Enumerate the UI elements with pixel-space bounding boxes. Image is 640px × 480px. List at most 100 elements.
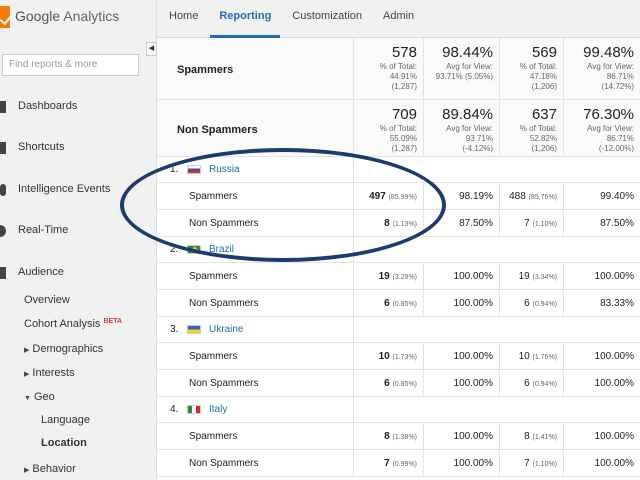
new-rate-total: 99.48%: [583, 44, 634, 61]
nav-home[interactable]: Home: [160, 0, 207, 38]
country-link[interactable]: Ukraine: [209, 324, 243, 335]
sidebar-item-cohort[interactable]: Cohort Analysis BETA: [24, 318, 122, 330]
segment-label: Non Spammers: [189, 458, 259, 469]
users-value: 8 (1.41%): [524, 431, 557, 442]
new-rate-value: 100.00%: [594, 458, 634, 469]
nav-admin[interactable]: Admin: [374, 0, 423, 38]
country-row: 2. Brazil: [157, 237, 640, 263]
users-value: 488 (85.76%): [509, 191, 557, 202]
sessions-value: 10 (1.73%): [378, 351, 417, 362]
data-row: Spammers 10 (1.73%) 100.00% 10 (1.76%) 1…: [157, 343, 640, 370]
users-value: 6 (0.94%): [524, 298, 557, 309]
sessions-value: 497 (85.99%): [369, 191, 417, 202]
users-value: 19 (3.34%): [518, 271, 557, 282]
sidebar-item-shortcuts[interactable]: Shortcuts: [18, 141, 64, 153]
arrow-icon: [0, 142, 6, 154]
flag-icon: [187, 325, 201, 334]
country-link[interactable]: Brazil: [209, 244, 234, 255]
sidebar-item-realtime[interactable]: Real-Time: [18, 224, 68, 236]
beta-badge: BETA: [103, 318, 123, 325]
new-rate-total: 76.30%: [583, 106, 634, 123]
flag-icon: [187, 245, 201, 255]
rate-value: 100.00%: [453, 298, 493, 309]
data-row: Non Spammers 7 (0.99%) 100.00% 7 (1.10%)…: [157, 450, 640, 477]
logo[interactable]: Google Analytics: [0, 0, 157, 38]
nav-customization[interactable]: Customization: [283, 0, 371, 38]
sessions-total: 578: [391, 44, 417, 61]
segment-label: Spammers: [189, 351, 238, 362]
sidebar-item-behavior[interactable]: ▶ Behavior: [24, 463, 76, 475]
sidebar-item-overview[interactable]: Overview: [24, 294, 70, 306]
segment-label: Spammers: [189, 431, 238, 442]
segment-label: Spammers: [189, 191, 238, 202]
sidebar-item-audience[interactable]: Audience: [18, 266, 64, 278]
sidebar-item-dashboards[interactable]: Dashboards: [18, 100, 77, 112]
rate-value: 100.00%: [453, 351, 493, 362]
sidebar-item-demographics[interactable]: ▶ Demographics: [24, 343, 103, 355]
users-total: 637: [531, 106, 557, 123]
data-row: Spammers 497 (85.99%) 98.19% 488 (85.76%…: [157, 183, 640, 210]
new-rate-value: 99.40%: [600, 191, 634, 202]
flag-icon: [187, 405, 201, 414]
sessions-total: 709: [391, 106, 417, 123]
person-icon: [0, 267, 6, 279]
data-row: Spammers 8 (1.38%) 100.00% 8 (1.41%) 100…: [157, 423, 640, 450]
users-total: 569: [531, 44, 557, 61]
segment-label: Non Spammers: [189, 298, 259, 309]
users-value: 6 (0.94%): [524, 378, 557, 389]
sessions-value: 8 (1.13%): [384, 218, 417, 229]
segment-label: Non Spammers: [189, 378, 259, 389]
search-input[interactable]: Find reports & more: [2, 54, 139, 76]
new-rate-value: 87.50%: [600, 218, 634, 229]
nav-reporting[interactable]: Reporting: [210, 0, 281, 38]
row-index: 3.: [170, 324, 179, 335]
data-row: Non Spammers 6 (0.85%) 100.00% 6 (0.94%)…: [157, 370, 640, 397]
sidebar: Find reports & more ◀ Dashboards Shortcu…: [0, 38, 157, 480]
grid-icon: [0, 101, 6, 113]
data-row: Non Spammers 6 (0.85%) 100.00% 6 (0.94%)…: [157, 290, 640, 317]
data-row: Spammers 19 (3.29%) 100.00% 19 (3.34%) 1…: [157, 263, 640, 290]
new-rate-value: 100.00%: [594, 351, 634, 362]
rate-value: 87.50%: [459, 218, 493, 229]
clock-icon: [0, 225, 6, 237]
caret-down-icon: ▼: [24, 395, 31, 402]
row-index: 4.: [170, 404, 179, 415]
new-rate-value: 100.00%: [594, 431, 634, 442]
main-nav: Home Reporting Customization Admin: [157, 0, 423, 38]
row-index: 1.: [170, 164, 179, 175]
segment-label: Spammers: [177, 64, 234, 76]
caret-right-icon: ▶: [24, 467, 30, 474]
users-value: 7 (1.10%): [524, 218, 557, 229]
collapse-sidebar-icon[interactable]: ◀: [146, 42, 157, 56]
sessions-value: 6 (0.85%): [384, 378, 417, 389]
new-rate-value: 100.00%: [594, 271, 634, 282]
rate-value: 100.00%: [453, 431, 493, 442]
rate-value: 100.00%: [453, 271, 493, 282]
sessions-value: 7 (0.99%): [384, 458, 417, 469]
new-rate-value: 83.33%: [600, 298, 634, 309]
users-value: 10 (1.76%): [518, 351, 557, 362]
sidebar-item-interests[interactable]: ▶ Interests: [24, 367, 75, 379]
country-row: 3. Ukraine: [157, 317, 640, 343]
segment-label: Non Spammers: [177, 124, 258, 136]
caret-right-icon: ▶: [24, 371, 30, 378]
sessions-value: 6 (0.85%): [384, 298, 417, 309]
data-row: Non Spammers 8 (1.13%) 87.50% 7 (1.10%) …: [157, 210, 640, 237]
country-link[interactable]: Russia: [209, 164, 240, 175]
summary-row-spammers: Spammers 578 % of Total: 44.91% (1,287) 98…: [157, 38, 640, 100]
sessions-value: 8 (1.38%): [384, 431, 417, 442]
country-row: 1. Russia: [157, 157, 640, 183]
sidebar-item-location[interactable]: Location: [41, 437, 87, 449]
summary-row-non-spammers: Non Spammers 709 % of Total: 55.09% (1,287…: [157, 100, 640, 157]
caret-right-icon: ▶: [24, 347, 30, 354]
rate-value: 98.19%: [459, 191, 493, 202]
country-row: 4. Italy: [157, 397, 640, 423]
country-link[interactable]: Italy: [209, 404, 227, 415]
top-bar: Google Analytics Home Reporting Customiz…: [0, 0, 640, 38]
report-table: Spammers 578 % of Total: 44.91% (1,287) 98…: [157, 38, 640, 480]
sidebar-item-geo[interactable]: ▼ Geo: [24, 391, 55, 403]
new-rate-value: 100.00%: [594, 378, 634, 389]
sidebar-item-intelligence[interactable]: Intelligence Events: [18, 183, 110, 195]
sidebar-item-language[interactable]: Language: [41, 414, 90, 426]
sessions-value: 19 (3.29%): [378, 271, 417, 282]
